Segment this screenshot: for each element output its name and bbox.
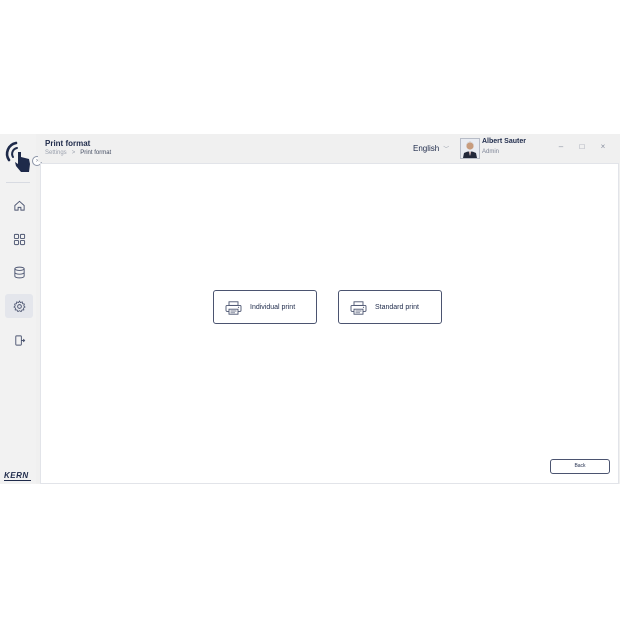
sidebar-item-apps[interactable] [5, 227, 33, 251]
sidebar-item-logout[interactable] [5, 328, 33, 352]
standard-print-button[interactable]: Standard print [338, 290, 442, 324]
header: Print format Settings > Print format Engli… [38, 134, 620, 162]
database-icon [13, 266, 25, 278]
language-selector[interactable]: English ﹀ [413, 144, 449, 153]
maximize-button[interactable]: □ [577, 142, 587, 152]
language-label: English [413, 144, 440, 153]
individual-print-button[interactable]: Individual print [213, 290, 317, 324]
chevron-down-icon: ﹀ [443, 147, 450, 153]
touch-logo-icon [5, 141, 30, 172]
user-photo-icon [461, 139, 479, 158]
sidebar-item-home[interactable] [5, 193, 33, 217]
logout-icon [14, 334, 25, 346]
breadcrumb-current: Print format [80, 150, 112, 156]
apps-icon [13, 233, 25, 245]
user-role: Admin [482, 149, 500, 155]
breadcrumb-settings[interactable]: Settings [45, 150, 67, 156]
breadcrumb: Settings > Print format [45, 150, 111, 156]
sidebar-divider [6, 182, 30, 183]
breadcrumb-separator-icon: > [71, 150, 76, 156]
main-panel: Individual print Standard print Back [40, 163, 619, 484]
sidebar: › KERN [0, 134, 42, 484]
standard-print-label: Standard print [375, 304, 419, 311]
sidebar-item-database[interactable] [5, 260, 33, 284]
page-title: Print format [45, 139, 91, 148]
avatar[interactable] [460, 138, 480, 159]
minimize-button[interactable]: – [556, 142, 566, 152]
home-icon [13, 200, 25, 211]
individual-print-label: Individual print [250, 304, 296, 311]
gear-icon [13, 300, 25, 312]
printer-icon [225, 301, 242, 315]
app-window: › KERN Print format Settings > Print for… [0, 134, 620, 484]
brand-logo: KERN [4, 471, 29, 480]
back-button[interactable]: Back [550, 459, 610, 474]
close-button[interactable]: × [598, 142, 608, 152]
brand-underline [4, 480, 31, 481]
printer-icon [350, 301, 367, 315]
user-name: Albert Sauter [482, 138, 526, 145]
sidebar-item-settings[interactable] [5, 294, 33, 318]
